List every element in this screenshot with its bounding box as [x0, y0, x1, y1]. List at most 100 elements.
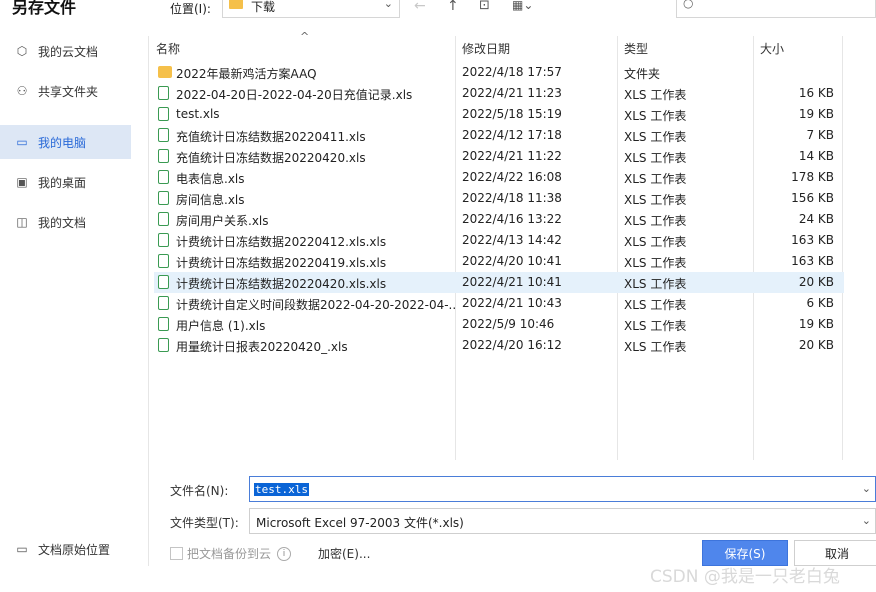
- sidebar-item-label: 我的文档: [38, 215, 87, 230]
- sidebar-item[interactable]: ⚇ 共享文件夹: [0, 74, 131, 108]
- sidebar-divider: [148, 36, 149, 566]
- sidebar-item-label: 我的云文档: [38, 44, 99, 59]
- sidebar-item-label: 共享文件夹: [38, 84, 99, 99]
- file-date: 2022/4/16 13:22: [462, 212, 562, 226]
- documents-icon: ◫: [16, 215, 28, 229]
- file-type: XLS 工作表: [624, 235, 687, 249]
- file-date: 2022/4/21 10:41: [462, 275, 562, 289]
- file-size: 14 KB: [798, 149, 834, 163]
- file-row[interactable]: 计费统计日冻结数据20220419.xls.xls 2022/4/20 10:41…: [154, 251, 844, 272]
- file-type: XLS 工作表: [624, 277, 687, 291]
- filename-input[interactable]: test.xls ⌄: [249, 476, 876, 502]
- backup-to-cloud-checkbox[interactable]: 把文档备份到云 i: [170, 545, 292, 562]
- spreadsheet-file-icon: [158, 296, 169, 310]
- filename-value: test.xls: [254, 483, 309, 496]
- checkbox-box[interactable]: [170, 547, 183, 560]
- file-row[interactable]: 房间用户关系.xls 2022/4/16 13:22 XLS 工作表 24 KB: [154, 209, 844, 230]
- folder-icon: [158, 66, 172, 78]
- spreadsheet-file-icon: [158, 86, 169, 100]
- file-type: XLS 工作表: [624, 298, 687, 312]
- up-arrow-icon[interactable]: ↑: [447, 0, 459, 14]
- file-row[interactable]: 计费统计日冻结数据20220412.xls.xls 2022/4/13 14:42…: [154, 230, 844, 251]
- folder-icon: [229, 0, 243, 9]
- file-type: XLS 工作表: [624, 340, 687, 354]
- file-date: 2022/4/22 16:08: [462, 170, 562, 184]
- backup-label: 把文档备份到云: [187, 547, 272, 561]
- file-row[interactable]: 2022年最新鸡活方案AAQ 2022/4/18 17:57 文件夹: [154, 62, 844, 83]
- file-row[interactable]: 房间信息.xls 2022/4/18 11:38 XLS 工作表 156 KB: [154, 188, 844, 209]
- column-header-name[interactable]: 名称: [156, 40, 180, 57]
- file-date: 2022/4/18 11:38: [462, 191, 562, 205]
- location-dropdown[interactable]: 下载 ⌄: [222, 0, 400, 18]
- filetype-value: Microsoft Excel 97-2003 文件(*.xls): [256, 516, 464, 530]
- column-header-type[interactable]: 类型: [624, 40, 648, 57]
- filetype-select[interactable]: Microsoft Excel 97-2003 文件(*.xls) ⌄: [249, 508, 876, 534]
- dialog-title: 另存文件: [12, 0, 77, 17]
- file-date: 2022/5/18 15:19: [462, 107, 562, 121]
- file-size: 178 KB: [791, 170, 834, 184]
- file-size: 20 KB: [798, 338, 834, 352]
- file-date: 2022/5/9 10:46: [462, 317, 555, 331]
- sidebar-item[interactable]: ⬡ 我的云文档: [0, 34, 131, 68]
- file-type: 文件夹: [624, 67, 661, 81]
- location-value: 下载: [251, 0, 276, 14]
- column-header-date[interactable]: 修改日期: [462, 40, 510, 57]
- file-size: 24 KB: [798, 212, 834, 226]
- file-type: XLS 工作表: [624, 256, 687, 270]
- file-type: XLS 工作表: [624, 214, 687, 228]
- file-date: 2022/4/20 10:41: [462, 254, 562, 268]
- file-row[interactable]: 充值统计日冻结数据20220420.xls 2022/4/21 11:22 XLS …: [154, 146, 844, 167]
- file-name: 用户信息 (1).xls: [176, 319, 266, 333]
- view-mode-icon[interactable]: ▦⌄: [512, 0, 533, 12]
- spreadsheet-file-icon: [158, 107, 169, 121]
- encrypt-button[interactable]: 加密(E)...: [318, 545, 370, 562]
- spreadsheet-file-icon: [158, 338, 169, 352]
- info-icon[interactable]: i: [277, 546, 292, 561]
- sidebar-item[interactable]: ▣ 我的桌面: [0, 165, 131, 199]
- file-name: 计费统计日冻结数据20220412.xls.xls: [176, 235, 387, 249]
- search-icon: ○: [683, 0, 694, 10]
- chevron-down-icon: ⌄: [383, 0, 393, 10]
- sidebar-item[interactable]: ◫ 我的文档: [0, 205, 131, 239]
- file-row[interactable]: 电表信息.xls 2022/4/22 16:08 XLS 工作表 178 KB: [154, 167, 844, 188]
- file-date: 2022/4/21 11:23: [462, 86, 562, 100]
- file-name: 充值统计日冻结数据20220411.xls: [176, 130, 366, 144]
- file-name: 房间信息.xls: [176, 193, 245, 207]
- spreadsheet-file-icon: [158, 170, 169, 184]
- desktop-icon: ▣: [16, 175, 28, 189]
- file-row[interactable]: 2022-04-20日-2022-04-20日充值记录.xls 2022/4/21…: [154, 83, 844, 104]
- watermark: CSDN @我是一只老白兔: [650, 567, 840, 587]
- file-name: 用量统计日报表20220420_.xls: [176, 340, 348, 354]
- file-size: 19 KB: [798, 317, 834, 331]
- file-row[interactable]: 计费统计日冻结数据20220420.xls.xls 2022/4/21 10:41…: [154, 272, 844, 293]
- filename-label: 文件名(N):: [170, 484, 229, 498]
- spreadsheet-file-icon: [158, 317, 169, 331]
- file-row[interactable]: 充值统计日冻结数据20220411.xls 2022/4/12 17:18 XLS …: [154, 125, 844, 146]
- spreadsheet-file-icon: [158, 275, 169, 289]
- file-row[interactable]: 用户信息 (1).xls 2022/5/9 10:46 XLS 工作表 19 KB: [154, 314, 844, 335]
- chevron-down-icon[interactable]: ⌄: [862, 482, 871, 495]
- sidebar-item-label: 文档原始位置: [38, 542, 111, 557]
- file-date: 2022/4/21 11:22: [462, 149, 562, 163]
- file-row[interactable]: 用量统计日报表20220420_.xls 2022/4/20 16:12 XLS 工…: [154, 335, 844, 356]
- spreadsheet-file-icon: [158, 191, 169, 205]
- share-icon: ⚇: [16, 84, 28, 98]
- column-header-size[interactable]: 大小: [760, 40, 784, 57]
- file-row[interactable]: test.xls 2022/5/18 15:19 XLS 工作表 19 KB: [154, 104, 844, 125]
- sidebar-item[interactable]: ▭ 我的电脑: [0, 125, 131, 159]
- sidebar-item-original-location[interactable]: ▭ 文档原始位置: [0, 532, 131, 566]
- spreadsheet-file-icon: [158, 212, 169, 226]
- file-size: 16 KB: [798, 86, 834, 100]
- file-date: 2022/4/21 10:43: [462, 296, 562, 310]
- new-folder-icon[interactable]: ⊡: [479, 0, 490, 13]
- file-name: 2022-04-20日-2022-04-20日充值记录.xls: [176, 88, 413, 102]
- file-date: 2022/4/12 17:18: [462, 128, 562, 142]
- file-row[interactable]: 计费统计自定义时间段数据2022-04-20-2022-04-... 2022/4…: [154, 293, 844, 314]
- back-arrow-icon[interactable]: ←: [414, 0, 426, 14]
- file-type: XLS 工作表: [624, 151, 687, 165]
- sidebar-item-label: 我的桌面: [38, 175, 87, 190]
- search-input[interactable]: ○: [676, 0, 876, 18]
- file-type: XLS 工作表: [624, 130, 687, 144]
- filetype-label: 文件类型(T):: [170, 516, 239, 530]
- sort-ascending-icon: ^: [300, 30, 310, 43]
